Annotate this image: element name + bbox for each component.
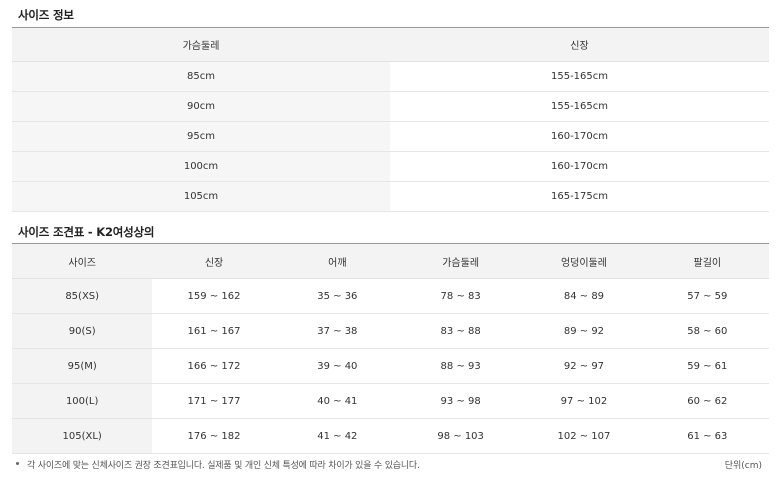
- shoulder-cell: 40 ~ 41: [275, 383, 399, 419]
- header-hip: 엉덩이둘레: [522, 243, 646, 279]
- chest-cell: 100cm: [12, 151, 390, 182]
- size-info-title: 사이즈 정보: [18, 8, 74, 22]
- bullet-icon: [16, 462, 19, 465]
- chest-cell: 83 ~ 88: [398, 313, 523, 349]
- chest-cell: 98 ~ 103: [398, 418, 523, 454]
- table-row: 95(M) 166 ~ 172 39 ~ 40 88 ~ 93 92 ~ 97 …: [12, 348, 769, 384]
- size-chart-table: 사이즈 신장 어깨 가슴둘레 엉덩이둘레 팔길이 85(XS) 159 ~ 16…: [12, 243, 769, 454]
- shoulder-cell: 35 ~ 36: [275, 278, 399, 314]
- size-info-table: 가슴둘레 신장 85cm 155-165cm 90cm 155-165cm 95…: [12, 27, 769, 212]
- header-size: 사이즈: [12, 243, 153, 279]
- header-chest: 가슴둘레: [12, 27, 390, 62]
- chest-cell: 93 ~ 98: [398, 383, 523, 419]
- height-cell: 176 ~ 182: [152, 418, 276, 454]
- hip-cell: 84 ~ 89: [522, 278, 646, 314]
- table-header-row: 가슴둘레 신장: [12, 27, 769, 62]
- table-row: 85(XS) 159 ~ 162 35 ~ 36 78 ~ 83 84 ~ 89…: [12, 278, 769, 314]
- hip-cell: 102 ~ 107: [522, 418, 646, 454]
- table-row: 85cm 155-165cm: [12, 61, 769, 92]
- height-cell: 160-170cm: [390, 151, 769, 182]
- shoulder-cell: 41 ~ 42: [275, 418, 399, 454]
- header-arm-length: 팔길이: [645, 243, 769, 279]
- hip-cell: 89 ~ 92: [522, 313, 646, 349]
- height-cell: 155-165cm: [390, 91, 769, 122]
- chest-cell: 78 ~ 83: [398, 278, 523, 314]
- table-row: 105(XL) 176 ~ 182 41 ~ 42 98 ~ 103 102 ~…: [12, 418, 769, 454]
- arm-length-cell: 60 ~ 62: [645, 383, 769, 419]
- hip-cell: 92 ~ 97: [522, 348, 646, 384]
- size-cell: 105(XL): [12, 418, 153, 454]
- size-chart-title: 사이즈 조견표 - K2여성상의: [18, 225, 155, 239]
- size-cell: 95(M): [12, 348, 153, 384]
- table-row: 90cm 155-165cm: [12, 91, 769, 122]
- arm-length-cell: 58 ~ 60: [645, 313, 769, 349]
- arm-length-cell: 61 ~ 63: [645, 418, 769, 454]
- size-cell: 100(L): [12, 383, 153, 419]
- chest-cell: 95cm: [12, 121, 390, 152]
- shoulder-cell: 39 ~ 40: [275, 348, 399, 384]
- size-cell: 85(XS): [12, 278, 153, 314]
- chest-cell: 105cm: [12, 181, 390, 212]
- hip-cell: 97 ~ 102: [522, 383, 646, 419]
- height-cell: 160-170cm: [390, 121, 769, 152]
- table-row: 100cm 160-170cm: [12, 151, 769, 182]
- arm-length-cell: 59 ~ 61: [645, 348, 769, 384]
- height-cell: 165-175cm: [390, 181, 769, 212]
- chest-cell: 88 ~ 93: [398, 348, 523, 384]
- height-cell: 159 ~ 162: [152, 278, 276, 314]
- height-cell: 171 ~ 177: [152, 383, 276, 419]
- table-row: 90(S) 161 ~ 167 37 ~ 38 83 ~ 88 89 ~ 92 …: [12, 313, 769, 349]
- header-shoulder: 어깨: [275, 243, 399, 279]
- chest-cell: 85cm: [12, 61, 390, 92]
- table-header-row: 사이즈 신장 어깨 가슴둘레 엉덩이둘레 팔길이: [12, 243, 769, 279]
- height-cell: 161 ~ 167: [152, 313, 276, 349]
- header-height: 신장: [152, 243, 276, 279]
- header-height: 신장: [390, 27, 769, 62]
- header-chest: 가슴둘레: [398, 243, 523, 279]
- table-row: 100(L) 171 ~ 177 40 ~ 41 93 ~ 98 97 ~ 10…: [12, 383, 769, 419]
- table-row: 105cm 165-175cm: [12, 181, 769, 212]
- footnote-text: 각 사이즈에 맞는 신체사이즈 권장 조견표입니다. 실제품 및 개인 신체 특…: [27, 461, 420, 471]
- chest-cell: 90cm: [12, 91, 390, 122]
- unit-label: 단위(cm): [724, 461, 762, 471]
- height-cell: 155-165cm: [390, 61, 769, 92]
- height-cell: 166 ~ 172: [152, 348, 276, 384]
- size-cell: 90(S): [12, 313, 153, 349]
- arm-length-cell: 57 ~ 59: [645, 278, 769, 314]
- table-row: 95cm 160-170cm: [12, 121, 769, 152]
- shoulder-cell: 37 ~ 38: [275, 313, 399, 349]
